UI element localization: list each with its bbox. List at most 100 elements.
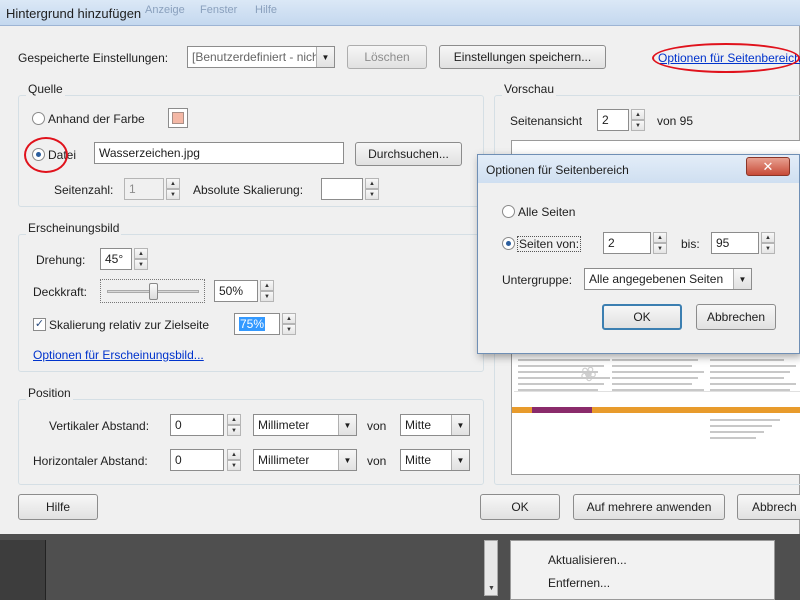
- saved-settings-label: Gespeicherte Einstellungen:: [18, 51, 169, 65]
- preview-text-line: [710, 371, 790, 373]
- horizontal-distance-stepper[interactable]: ▲ ▼: [227, 449, 241, 471]
- vertical-unit-select[interactable]: Millimeter ▼: [253, 414, 357, 436]
- scrollbar[interactable]: ▼: [484, 540, 498, 596]
- preview-text-line: [710, 389, 790, 391]
- rotation-stepper[interactable]: ▲ ▼: [134, 248, 148, 270]
- file-path-input[interactable]: Wasserzeichen.jpg: [94, 142, 344, 164]
- color-swatch[interactable]: [168, 108, 188, 128]
- arrow-down-icon: ▼: [227, 425, 241, 436]
- ok-button[interactable]: OK: [480, 494, 560, 520]
- opacity-slider[interactable]: [100, 279, 205, 303]
- rotation-label: Drehung:: [36, 253, 86, 267]
- scale-relative-checkbox[interactable]: ✓: [33, 318, 46, 331]
- arrow-down-icon: ▼: [631, 120, 645, 131]
- by-color-label: Anhand der Farbe: [48, 112, 145, 126]
- pages-from-label: Seiten von:: [516, 236, 582, 252]
- chevron-down-icon: ▼: [733, 269, 751, 289]
- saved-settings-select[interactable]: [Benutzerdefiniert - nich ▼: [187, 46, 335, 68]
- arrow-up-icon: ▲: [761, 232, 775, 243]
- arrow-up-icon: ▲: [365, 178, 379, 189]
- appearance-options-link[interactable]: Optionen für Erscheinungsbild...: [33, 348, 204, 362]
- vertical-from-select[interactable]: Mitte ▼: [400, 414, 470, 436]
- preview-text-line: [612, 371, 704, 373]
- source-group-title: Quelle: [26, 82, 65, 96]
- pages-to-input[interactable]: 95: [711, 232, 759, 254]
- arrow-down-icon: ▼: [761, 243, 775, 254]
- close-icon[interactable]: ✕: [746, 157, 790, 176]
- preview-text-line: [612, 383, 692, 385]
- context-menu-item[interactable]: Aktualisieren...: [548, 553, 627, 567]
- preview-text-line: [710, 359, 784, 361]
- horizontal-from-label: von: [367, 454, 387, 468]
- horizontal-distance-label: Horizontaler Abstand:: [33, 454, 148, 468]
- scale-relative-stepper[interactable]: ▲ ▼: [282, 313, 296, 335]
- subset-label: Untergruppe:: [502, 273, 573, 287]
- preview-text-line: [710, 365, 796, 367]
- all-pages-label: Alle Seiten: [518, 205, 576, 219]
- horizontal-unit-select[interactable]: Millimeter ▼: [253, 449, 357, 471]
- by-color-radio[interactable]: [32, 112, 45, 125]
- preview-text-line: [518, 383, 604, 385]
- subset-select[interactable]: Alle angegebenen Seiten ▼: [584, 268, 752, 290]
- delete-button[interactable]: Löschen: [347, 45, 427, 69]
- preview-text-line: [710, 431, 764, 433]
- arrow-up-icon: ▲: [631, 109, 645, 120]
- chevron-down-icon: ▼: [451, 415, 469, 435]
- arrow-down-icon: ▼: [365, 189, 379, 200]
- pages-from-input[interactable]: 2: [603, 232, 651, 254]
- preview-text-line: [518, 359, 610, 361]
- page-number-input[interactable]: 1: [124, 178, 164, 200]
- apply-multiple-button[interactable]: Auf mehrere anwenden: [573, 494, 725, 520]
- page-number-label: Seitenzahl:: [54, 183, 114, 197]
- preview-page-input[interactable]: 2: [597, 109, 629, 131]
- preview-page-stepper[interactable]: ▲ ▼: [631, 109, 645, 131]
- opacity-input[interactable]: 50%: [214, 280, 258, 302]
- vertical-distance-input[interactable]: 0: [170, 414, 224, 436]
- scale-relative-input[interactable]: 75%: [234, 313, 280, 335]
- page-view-label: Seitenansicht: [510, 114, 583, 128]
- rotation-input[interactable]: 45°: [100, 248, 132, 270]
- pages-from-stepper[interactable]: ▲ ▼: [653, 232, 667, 254]
- page-number-stepper[interactable]: ▲ ▼: [166, 178, 180, 200]
- slider-thumb[interactable]: [148, 283, 158, 300]
- preview-text-line: [612, 359, 698, 361]
- absolute-scale-stepper[interactable]: ▲ ▼: [365, 178, 379, 200]
- highlight-circle: [652, 43, 800, 73]
- preview-text-line: [518, 389, 598, 391]
- ghost-menu-item: Anzeige: [145, 4, 185, 16]
- all-pages-radio[interactable]: [502, 205, 515, 218]
- arrow-down-icon: ▼: [227, 460, 241, 471]
- help-button[interactable]: Hilfe: [18, 494, 98, 520]
- arrow-up-icon: ▲: [227, 414, 241, 425]
- subset-value: Alle angegebenen Seiten: [589, 272, 724, 286]
- page-range-cancel-button[interactable]: Abbrechen: [696, 304, 776, 330]
- arrow-up-icon: ▲: [260, 280, 274, 291]
- preview-text-line: [518, 371, 598, 373]
- horizontal-unit-value: Millimeter: [258, 453, 310, 467]
- context-menu: Aktualisieren... Entfernen...: [510, 540, 775, 600]
- context-menu-item[interactable]: Entfernen...: [548, 576, 610, 590]
- pages-from-radio[interactable]: [502, 237, 515, 250]
- vertical-distance-stepper[interactable]: ▲ ▼: [227, 414, 241, 436]
- app-left-panel: [0, 540, 46, 600]
- color-swatch-fill: [172, 112, 184, 124]
- opacity-stepper[interactable]: ▲ ▼: [260, 280, 274, 302]
- opacity-label: Deckkraft:: [33, 285, 88, 299]
- appearance-group-title: Erscheinungsbild: [26, 221, 122, 235]
- preview-text-line: [518, 365, 604, 367]
- preview-text-line: [518, 377, 610, 379]
- scale-relative-value: 75%: [239, 317, 266, 331]
- cancel-button[interactable]: Abbrech: [737, 494, 800, 520]
- horizontal-distance-input[interactable]: 0: [170, 449, 224, 471]
- pages-to-stepper[interactable]: ▲ ▼: [761, 232, 775, 254]
- vertical-from-label: von: [367, 419, 387, 433]
- save-settings-button[interactable]: Einstellungen speichern...: [439, 45, 606, 69]
- position-group: [18, 399, 484, 485]
- page-range-ok-button[interactable]: OK: [602, 304, 682, 330]
- chevron-down-icon: ▼: [451, 450, 469, 470]
- highlight-circle: [24, 137, 68, 173]
- horizontal-from-select[interactable]: Mitte ▼: [400, 449, 470, 471]
- browse-button[interactable]: Durchsuchen...: [355, 142, 462, 166]
- absolute-scale-input[interactable]: [321, 178, 363, 200]
- chevron-down-icon: ▼: [316, 47, 334, 67]
